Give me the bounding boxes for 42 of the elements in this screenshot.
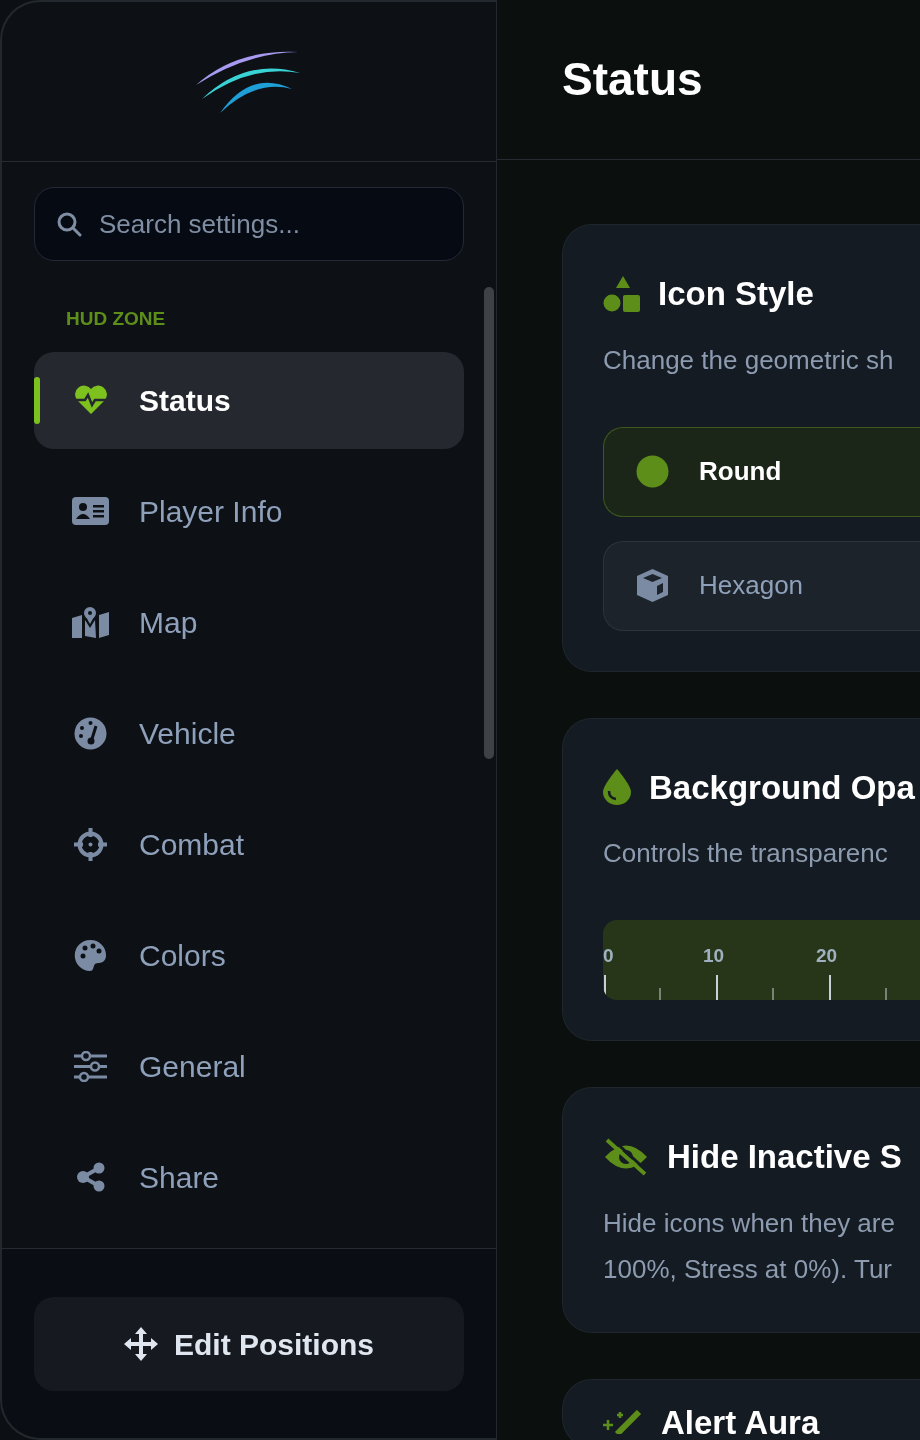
tick-label: 10 xyxy=(703,944,725,968)
card-title: Background Opa xyxy=(649,767,915,808)
card-title: Icon Style xyxy=(658,274,814,314)
magic-wand-icon xyxy=(603,1410,643,1435)
map-pin-icon xyxy=(72,606,109,638)
opacity-slider[interactable]: 0 10 20 xyxy=(603,920,920,1000)
card-title: Hide Inactive S xyxy=(667,1137,902,1177)
sidebar-item[interactable]: Combat xyxy=(34,795,464,893)
sliders-icon xyxy=(74,1050,107,1082)
section-label: HUD ZONE xyxy=(66,307,167,331)
gauge-icon xyxy=(74,716,107,750)
card-description: Hide icons when they are 100%, Stress at 0%). Tur xyxy=(603,1206,896,1286)
sidebar-item[interactable]: Colors xyxy=(34,906,464,1004)
shapes-icon xyxy=(603,275,640,312)
scrollbar-thumb[interactable] xyxy=(484,287,494,759)
share-icon xyxy=(75,1162,106,1192)
tick-label: 20 xyxy=(816,944,838,968)
droplet-icon xyxy=(603,769,631,806)
card-description: Controls the transparenc xyxy=(603,837,889,870)
sidebar-item[interactable]: Vehicle xyxy=(34,684,464,782)
sidebar-item[interactable]: Status xyxy=(34,351,464,449)
circle-icon xyxy=(636,455,669,488)
card-description: Change the geometric sh xyxy=(603,343,895,377)
id-card-icon xyxy=(72,497,109,525)
move-arrows-icon xyxy=(124,1327,158,1361)
shape-option[interactable]: Round xyxy=(603,426,920,517)
heartbeat-icon xyxy=(73,385,108,415)
sidebar-item[interactable]: Map xyxy=(34,573,464,671)
edit-positions-button[interactable]: Edit Positions xyxy=(34,1297,464,1391)
sidebar-item[interactable]: Player Info xyxy=(34,462,464,560)
search-field[interactable]: Search settings... xyxy=(34,187,464,261)
sidebar-item[interactable]: General xyxy=(34,1017,464,1115)
page-title: Status xyxy=(562,51,703,107)
crosshair-icon xyxy=(74,827,107,861)
shape-option[interactable]: Hexagon xyxy=(603,540,920,631)
cube-icon xyxy=(636,569,669,602)
eye-slash-icon xyxy=(603,1137,649,1176)
card-title: Alert Aura xyxy=(661,1402,820,1440)
search-icon xyxy=(56,211,82,237)
tick-label: 0 xyxy=(603,944,614,968)
sidebar-item[interactable]: Share xyxy=(34,1128,464,1226)
palette-icon xyxy=(74,938,107,972)
